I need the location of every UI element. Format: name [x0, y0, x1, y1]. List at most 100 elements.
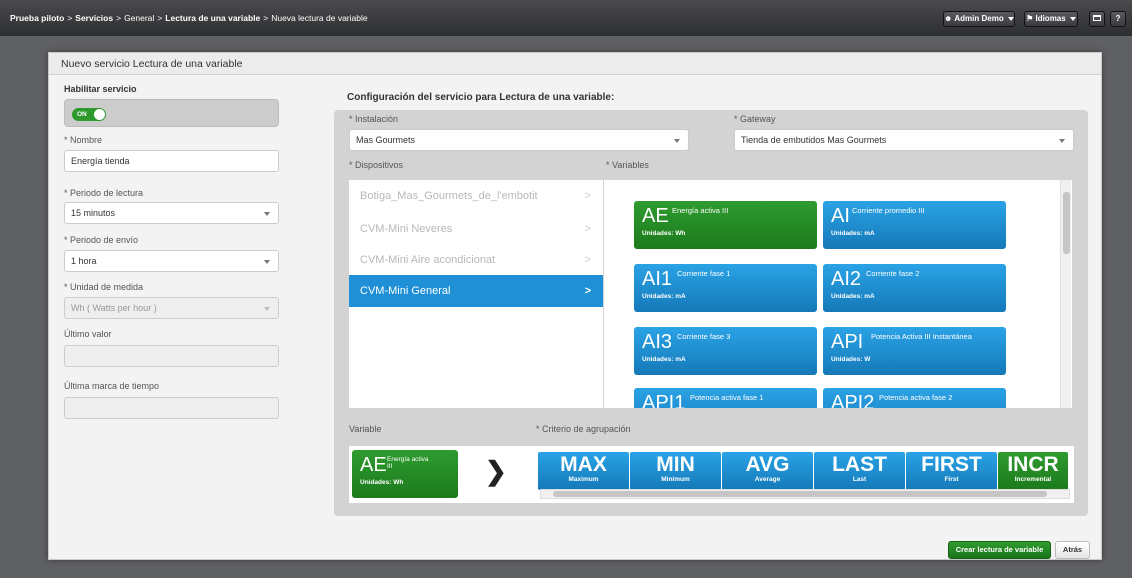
variable-tile[interactable]: API Potencia Activa III Instantánea Unid… [823, 327, 1006, 375]
back-button[interactable]: Atrás [1055, 541, 1090, 559]
variable-name: Potencia Activa III Instantánea [871, 332, 972, 341]
service-panel: Nuevo servicio Lectura de una variable H… [48, 52, 1102, 560]
user-icon: ☻ [944, 14, 953, 23]
variable-tile[interactable]: AI2 Corriente fase 2 Unidades: mA [823, 264, 1006, 312]
criterion-name: First [944, 476, 959, 483]
variable-units: Unidades: mA [831, 230, 875, 237]
variable-tile[interactable]: API2 Potencia activa fase 2 [823, 388, 1006, 408]
variable-units: Unidades: W [831, 356, 871, 363]
send-period-value: 1 hora [71, 256, 97, 266]
breadcrumb-item-general[interactable]: General [124, 13, 154, 23]
language-menu-label: Idiomas [1035, 14, 1066, 23]
variable-tile[interactable]: AI1 Corriente fase 1 Unidades: mA [634, 264, 817, 312]
variable-name: Corriente fase 2 [866, 269, 920, 278]
variable-units: Unidades: mA [642, 356, 686, 363]
config-area: * Instalación Mas Gourmets * Gateway Tie… [334, 110, 1088, 516]
criterion-code: FIRST [921, 453, 982, 476]
criterion-max[interactable]: MAX Maximum [538, 452, 629, 490]
variable-abbr: AI3 [642, 331, 673, 353]
installation-label: * Instalación [349, 114, 399, 124]
last-timestamp-label: Última marca de tiempo [64, 381, 160, 391]
device-item[interactable]: CVM-Mini Neveres > [349, 213, 603, 245]
criterion-incr[interactable]: INCR Incremental [998, 452, 1068, 490]
variable-tile[interactable]: AI Corriente promedio III Unidades: mA [823, 201, 1006, 249]
breadcrumb-separator: > [157, 13, 163, 23]
breadcrumb-item-prueba-piloto[interactable]: Prueba piloto [10, 13, 64, 23]
chevron-down-icon [264, 212, 270, 216]
last-value-field [64, 345, 279, 367]
send-period-label: * Periodo de envío [64, 235, 139, 245]
variable-name: Corriente fase 1 [677, 269, 731, 278]
criterion-name: Incremental [1014, 476, 1052, 483]
variable-tile[interactable]: AE Energía activa III Unidades: Wh [634, 201, 817, 249]
criterion-name: Average [754, 476, 781, 483]
breadcrumb-item-lectura-variable[interactable]: Lectura de una variable [165, 13, 260, 23]
chevron-down-icon [1069, 16, 1076, 21]
variable-tile[interactable]: API1 Potencia activa fase 1 [634, 388, 817, 408]
chevron-right-icon: > [584, 254, 591, 266]
name-label: * Nombre [64, 135, 103, 145]
chevron-down-icon [674, 139, 680, 143]
criteria-scrollbar[interactable] [540, 489, 1070, 499]
device-item-label: CVM-Mini Aire acondicionat [360, 254, 496, 266]
breadcrumb-item-servicios[interactable]: Servicios [75, 13, 113, 23]
scrollbar-thumb[interactable] [553, 491, 1047, 497]
variable-label: Variable [349, 424, 382, 434]
name-input[interactable]: Energía tienda [64, 150, 279, 172]
toggle-container: ON [64, 99, 279, 127]
criterion-name: Maximum [568, 476, 599, 483]
variables-scrollbar[interactable] [1060, 180, 1071, 408]
chevron-down-icon [1007, 16, 1014, 21]
panel-title: Nuevo servicio Lectura de una variable [49, 53, 1101, 75]
devices-list: Botiga_Mas_Gourmets_de_l'embotit > CVM-M… [349, 180, 603, 408]
grouping-area: AE Energía activa III Unidades: Wh ❯ MAX… [349, 446, 1074, 503]
help-label: ? [1115, 14, 1121, 23]
selected-variable-tile: AE Energía activa III Unidades: Wh [352, 450, 458, 498]
variable-name: Energía activa III [387, 456, 429, 470]
criterion-last[interactable]: LAST Last [814, 452, 905, 490]
read-period-select[interactable]: 15 minutos [64, 202, 279, 224]
read-period-value: 15 minutos [71, 208, 116, 218]
variable-units: Unidades: mA [831, 293, 875, 300]
gateway-select[interactable]: Tienda de embutidos Mas Gourmets [734, 129, 1074, 151]
help-button[interactable]: ? [1110, 11, 1126, 27]
devices-label: * Dispositivos [349, 160, 404, 170]
installation-select[interactable]: Mas Gourmets [349, 129, 689, 151]
window-button[interactable] [1089, 11, 1105, 27]
chevron-right-icon: > [584, 223, 591, 235]
criterion-code: LAST [832, 453, 887, 476]
breadcrumb-separator: > [263, 13, 269, 23]
enable-service-label: Habilitar servicio [64, 84, 137, 94]
device-item-label: CVM-Mini Neveres [360, 223, 453, 235]
device-item[interactable]: CVM-Mini Aire acondicionat > [349, 244, 603, 276]
enable-service-toggle[interactable]: ON [72, 108, 106, 121]
variable-tile[interactable]: AI3 Corriente fase 3 Unidades: mA [634, 327, 817, 375]
variables-label: * Variables [606, 160, 649, 170]
chevron-right-icon: > [584, 285, 591, 297]
chevron-down-icon [264, 307, 270, 311]
user-menu-button[interactable]: ☻ Admin Demo [943, 11, 1015, 27]
send-period-select[interactable]: 1 hora [64, 250, 279, 272]
criterion-code: INCR [1007, 453, 1059, 476]
criterion-code: MAX [560, 453, 607, 476]
criterion-first[interactable]: FIRST First [906, 452, 997, 490]
criterion-avg[interactable]: AVG Average [722, 452, 813, 490]
unit-label: * Unidad de medida [64, 282, 144, 292]
last-timestamp-field [64, 397, 279, 419]
toggle-knob [94, 109, 105, 120]
criterion-code: AVG [745, 453, 790, 476]
device-item-selected[interactable]: CVM-Mini General > [349, 275, 603, 307]
breadcrumb-item-current: Nueva lectura de variable [271, 13, 368, 23]
variable-units: Unidades: Wh [642, 230, 686, 237]
device-item-label: Botiga_Mas_Gourmets_de_l'embotit [360, 190, 538, 202]
variable-abbr: AE [642, 205, 669, 227]
unit-value: Wh ( Watts per hour ) [71, 303, 157, 313]
chevron-right-icon: > [584, 190, 591, 202]
criterion-min[interactable]: MIN Minimum [630, 452, 721, 490]
language-menu-button[interactable]: ⚑ Idiomas [1024, 11, 1078, 27]
variable-abbr: AE [360, 454, 387, 476]
scrollbar-thumb[interactable] [1063, 192, 1070, 254]
variable-name: Potencia activa fase 1 [690, 393, 764, 402]
device-item[interactable]: Botiga_Mas_Gourmets_de_l'embotit > [349, 180, 603, 212]
create-variable-button[interactable]: Crear lectura de variable [948, 541, 1051, 559]
